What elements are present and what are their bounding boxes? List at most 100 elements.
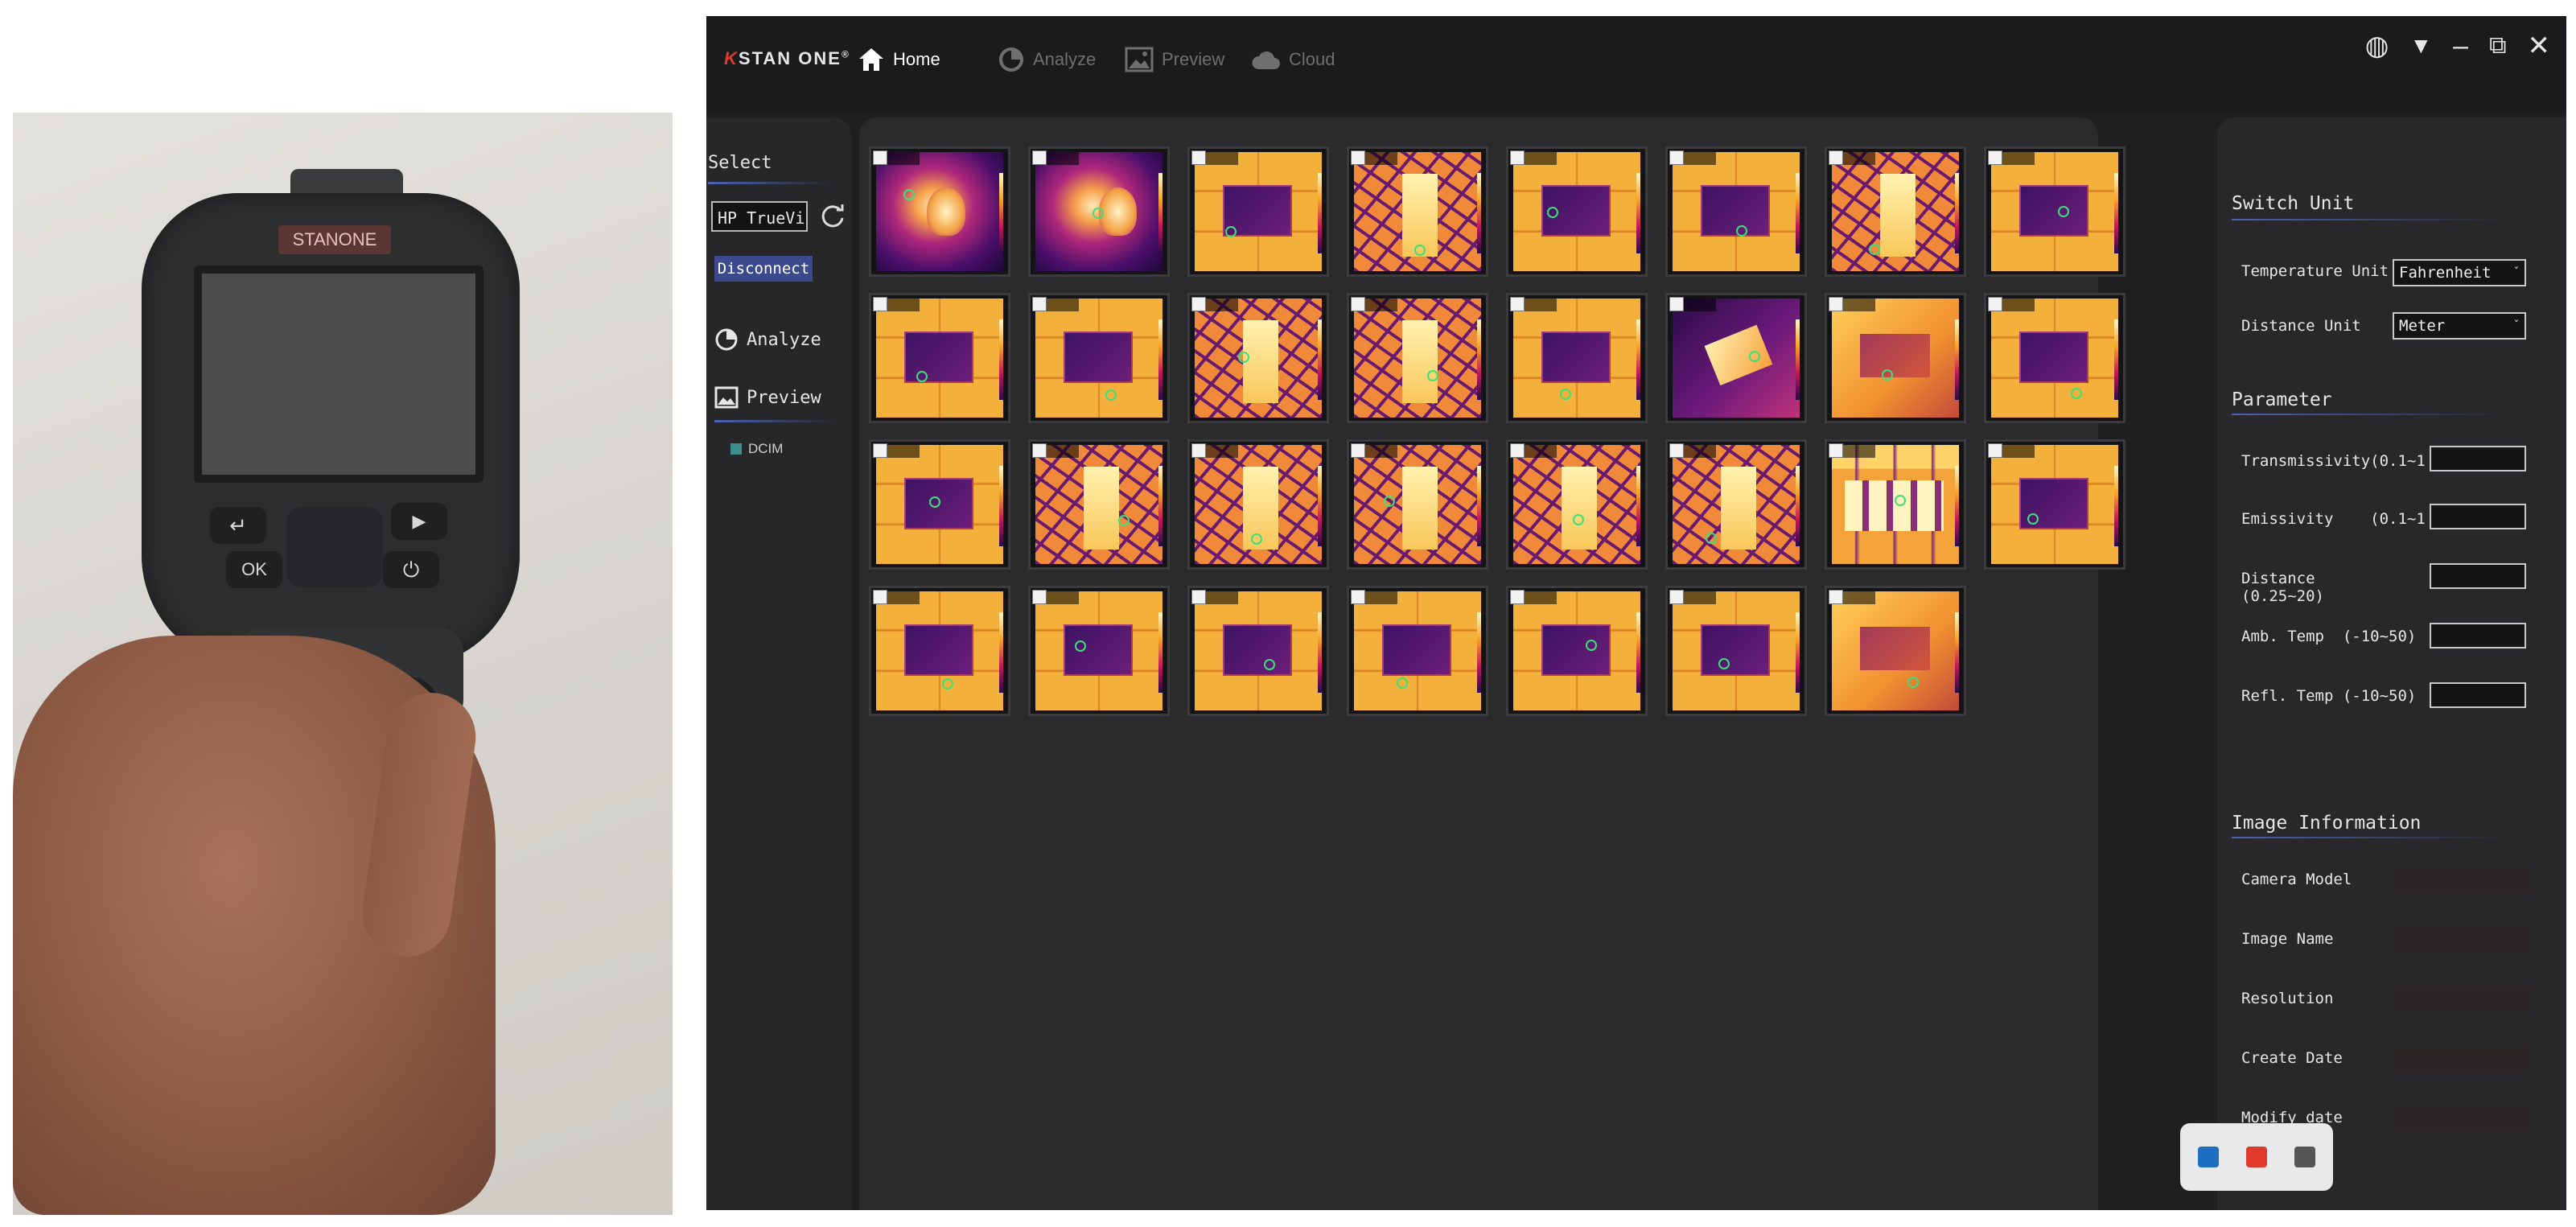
thumbnail-checkbox[interactable] [1032, 297, 1047, 311]
nav-analyze[interactable]: Analyze [998, 43, 1096, 76]
thumbnail-card[interactable] [1506, 293, 1648, 423]
thumbnail-checkbox[interactable] [873, 150, 887, 165]
thumbnail-card[interactable] [869, 586, 1010, 716]
thumbnail-checkbox[interactable] [1669, 590, 1684, 604]
thumbnail-card[interactable] [1187, 586, 1329, 716]
close-icon[interactable]: ✕ [2528, 32, 2551, 60]
distance-input[interactable] [2430, 563, 2526, 589]
crosshair-icon [903, 189, 915, 200]
amb-temp-input[interactable] [2430, 623, 2526, 648]
thumbnail-card[interactable] [1665, 586, 1807, 716]
refresh-icon[interactable] [819, 203, 846, 230]
thermal-object [1859, 627, 1930, 670]
thumbnail-checkbox[interactable] [1829, 150, 1843, 165]
thumbnail-card[interactable] [1187, 293, 1329, 423]
thumbnail-checkbox[interactable] [1032, 443, 1047, 458]
thumbnail-card[interactable] [1984, 439, 2125, 570]
thermal-object [1700, 185, 1770, 237]
sidebar-preview[interactable]: Preview [714, 381, 821, 414]
dropdown-icon[interactable]: ▼ [2409, 32, 2432, 60]
select-label: Select [708, 153, 772, 173]
thumbnail-card[interactable] [869, 146, 1010, 277]
distance-unit-dropdown[interactable]: Meter ˇ [2393, 312, 2526, 340]
thumbnail-card[interactable] [1506, 439, 1648, 570]
thumbnail-card[interactable] [1347, 439, 1488, 570]
crosshair-icon [942, 678, 953, 690]
distance-unit-label: Distance Unit [2241, 317, 2361, 335]
emissivity-input[interactable] [2430, 504, 2526, 529]
thumbnail-checkbox[interactable] [1191, 443, 1206, 458]
thumbnail-checkbox[interactable] [1988, 150, 2002, 165]
minimize-icon[interactable]: – [2453, 32, 2468, 60]
refl-temp-input[interactable] [2430, 682, 2526, 708]
nav-cloud[interactable]: Cloud [1250, 43, 1335, 76]
thumbnail-card[interactable] [1028, 439, 1170, 570]
thumbnail-checkbox[interactable] [1669, 443, 1684, 458]
thumbnail-checkbox[interactable] [1988, 443, 2002, 458]
thumbnail-card[interactable] [1506, 146, 1648, 277]
thumbnail-checkbox[interactable] [873, 297, 887, 311]
linkedin-icon[interactable] [2198, 1147, 2219, 1167]
thumbnail-checkbox[interactable] [1669, 297, 1684, 311]
thumbnail-checkbox[interactable] [1191, 297, 1206, 311]
color-scale-bar [1955, 466, 1959, 546]
thumbnail-checkbox[interactable] [1829, 590, 1843, 604]
thumbnail-card[interactable] [1825, 439, 1966, 570]
thumbnail-checkbox[interactable] [1510, 443, 1525, 458]
device-select[interactable]: HP TrueVi [711, 201, 808, 232]
thumbnail-checkbox[interactable] [1191, 150, 1206, 165]
thumbnail-checkbox[interactable] [1829, 297, 1843, 311]
folder-tree-item[interactable]: DCIM [730, 441, 783, 457]
thumbnail-checkbox[interactable] [1988, 297, 2002, 311]
thumbnail-card[interactable] [869, 439, 1010, 570]
thumbnail-card[interactable] [1665, 293, 1807, 423]
color-scale-bar [1477, 612, 1481, 693]
chevron-down-icon: ˇ [2512, 266, 2520, 279]
thumbnail-card[interactable] [1187, 146, 1329, 277]
thumbnail-card[interactable] [1347, 146, 1488, 277]
transmissivity-input[interactable] [2430, 446, 2526, 471]
thumbnail-checkbox[interactable] [1191, 590, 1206, 604]
globe-icon[interactable]: ◍ [2365, 32, 2389, 60]
thumbnail-card[interactable] [1825, 586, 1966, 716]
nav-preview[interactable]: Preview [1125, 43, 1224, 76]
thumbnail-card[interactable] [1984, 146, 2125, 277]
thumbnail-checkbox[interactable] [1351, 590, 1365, 604]
thumbnail-card[interactable] [1825, 293, 1966, 423]
temperature-unit-dropdown[interactable]: Fahrenheit ˇ [2393, 259, 2526, 286]
thumbnail-card[interactable] [1347, 293, 1488, 423]
thumbnail-checkbox[interactable] [1351, 297, 1365, 311]
thumbnail-checkbox[interactable] [1510, 150, 1525, 165]
crosshair-icon [1118, 515, 1130, 526]
thumbnail-card[interactable] [1347, 586, 1488, 716]
thumbnail-card[interactable] [869, 293, 1010, 423]
thumbnail-checkbox[interactable] [1032, 590, 1047, 604]
thumbnail-card[interactable] [1984, 293, 2125, 423]
thumbnail-checkbox[interactable] [1510, 590, 1525, 604]
usb-icon[interactable] [2294, 1147, 2315, 1167]
thumbnail-checkbox[interactable] [1510, 297, 1525, 311]
sidebar-analyze[interactable]: Analyze [714, 323, 821, 356]
nav-home[interactable]: Home [858, 43, 940, 76]
thumbnail-card[interactable] [1028, 293, 1170, 423]
thumbnail-card[interactable] [1506, 586, 1648, 716]
thumbnail-checkbox[interactable] [873, 590, 887, 604]
thumbnail-checkbox[interactable] [1829, 443, 1843, 458]
disconnect-button[interactable]: Disconnect [714, 256, 813, 282]
thumbnail-checkbox[interactable] [1351, 443, 1365, 458]
crosshair-icon [916, 371, 928, 382]
thumbnail-checkbox[interactable] [1032, 150, 1047, 165]
thumbnail-card[interactable] [1187, 439, 1329, 570]
thumbnail-checkbox[interactable] [1669, 150, 1684, 165]
thumbnail-checkbox[interactable] [873, 443, 887, 458]
thumbnail-card[interactable] [1665, 146, 1807, 277]
thumbnail-card[interactable] [1028, 146, 1170, 277]
thumbnail-checkbox[interactable] [1351, 150, 1365, 165]
thumbnail-card[interactable] [1028, 586, 1170, 716]
thumbnail-card[interactable] [1825, 146, 1966, 277]
thermal-image [876, 299, 1003, 418]
temperature-overlay [1684, 445, 1716, 458]
thumbnail-card[interactable] [1665, 439, 1807, 570]
maximize-icon[interactable]: ⧉ [2489, 32, 2506, 60]
record-icon[interactable] [2246, 1147, 2267, 1167]
